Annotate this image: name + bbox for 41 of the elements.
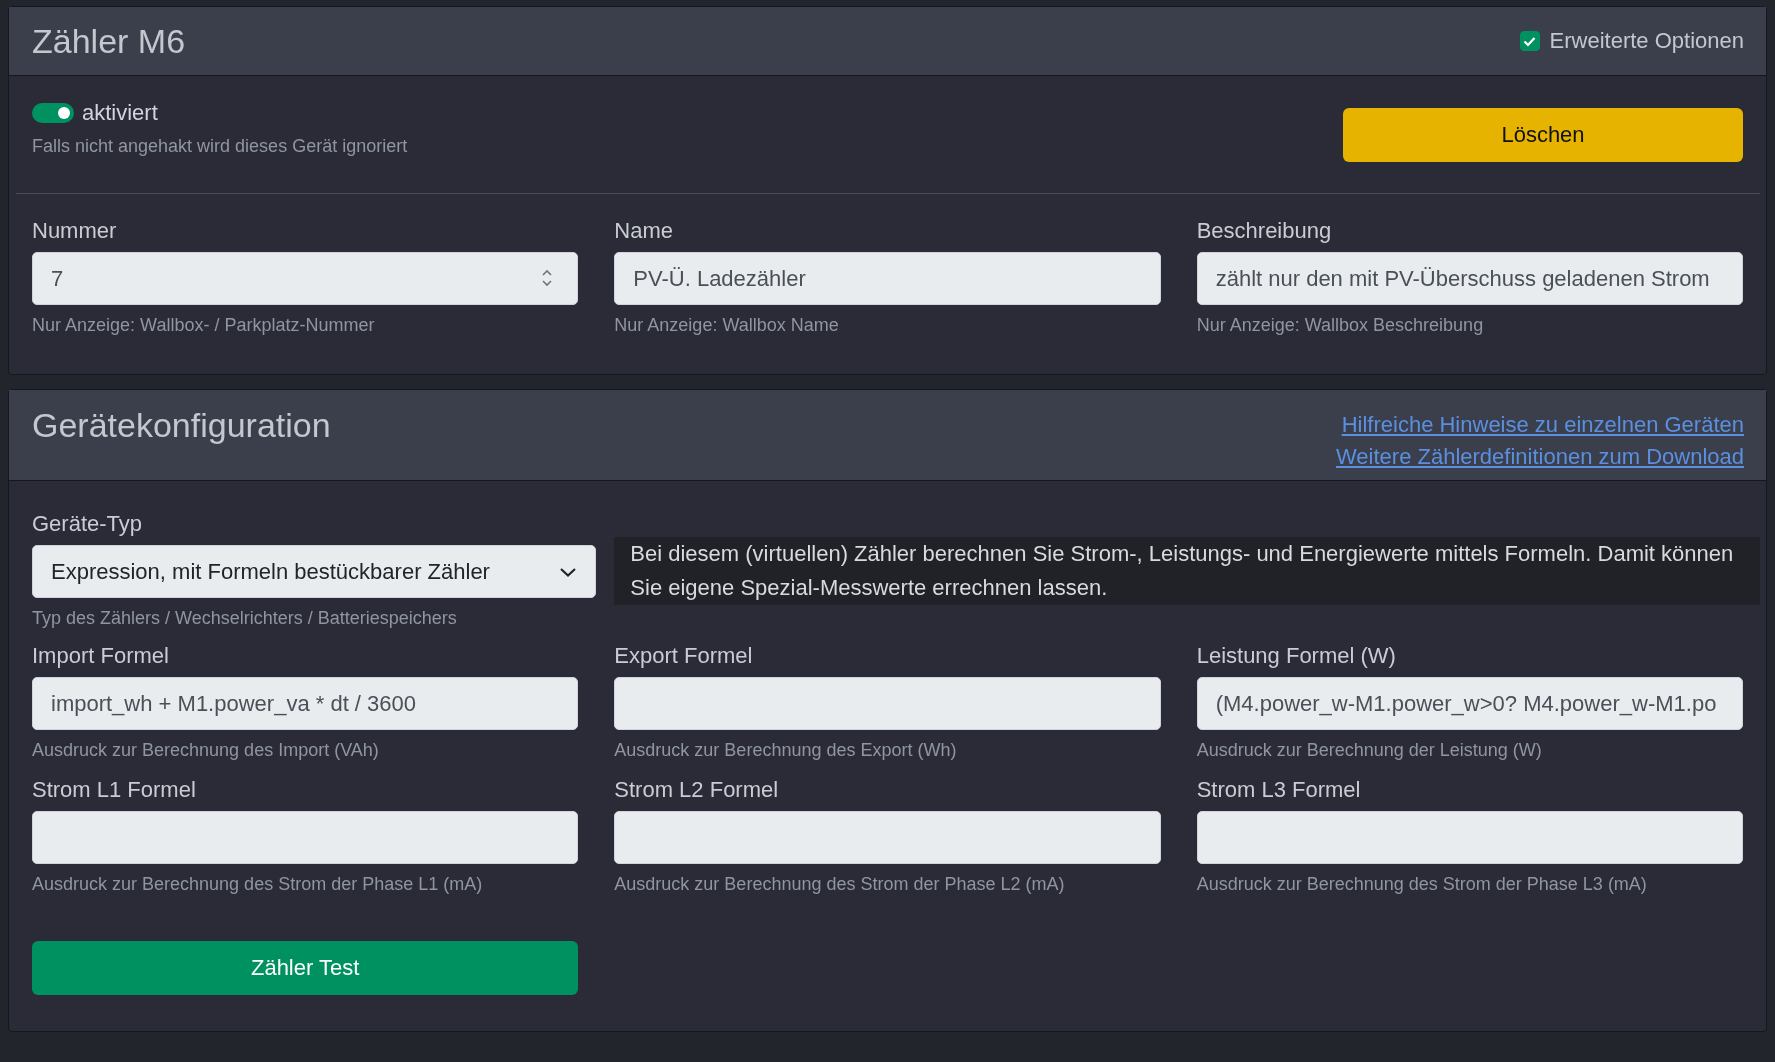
meter-test-button[interactable]: Zähler Test <box>32 941 579 995</box>
help-text: Nur Anzeige: Wallbox Name <box>614 315 840 336</box>
help-text: Ausdruck zur Berechnung des Strom der Phase L1 (mA) <box>32 874 484 895</box>
field-label: Import Formel <box>32 643 170 669</box>
card-title: Gerätekonfiguration <box>32 406 331 445</box>
text-field[interactable]: (M4.power_w-M1.power_w>0? M4.power_w-M1.po <box>1196 677 1743 730</box>
field-label: Beschreibung <box>1196 218 1333 244</box>
help-text: Ausdruck zur Berechnung des Export (Wh) <box>614 740 958 761</box>
help-text: Ausdruck zur Berechnung des Strom der Phase L3 (mA) <box>1196 874 1648 895</box>
number-field[interactable]: 7 <box>32 252 579 305</box>
field-label: Name <box>614 218 674 244</box>
help-text: Nur Anzeige: Wallbox Beschreibung <box>1196 315 1485 336</box>
help-text: Ausdruck zur Berechnung des Import (VAh) <box>32 740 380 761</box>
help-text: Ausdruck zur Berechnung der Leistung (W) <box>1196 740 1543 761</box>
chevron-down-icon <box>559 565 578 578</box>
field-label: Strom L3 Formel <box>1196 777 1362 803</box>
field-label: Strom L1 Formel <box>32 777 197 803</box>
toggle-label: aktiviert <box>82 100 158 126</box>
text-field[interactable]: zählt nur den mit PV-Überschuss geladenen Strom <box>1196 252 1743 305</box>
help-text: Typ des Zählers / Wechselrichters / Batteriespeichers <box>32 608 458 629</box>
info-text: Bei diesem (virtuellen) Zähler berechnen Sie Strom-, Leistungs- und Energiewerte mittels Formeln. Damit können Sie eigene Spezial-Messwerte errechnen lassen. <box>614 537 1760 605</box>
text-field[interactable] <box>614 677 1161 730</box>
device-type-dropdown[interactable]: Expression, mit Formeln bestückbarer Zähler <box>32 545 597 598</box>
field-label: Export Formel <box>614 643 754 669</box>
help-text: Ausdruck zur Berechnung des Strom der Phase L2 (mA) <box>614 874 1066 895</box>
field-label: Strom L2 Formel <box>614 777 780 803</box>
text-field[interactable]: PV-Ü. Ladezähler <box>614 252 1161 305</box>
text-field[interactable] <box>32 811 579 864</box>
help-text: Falls nicht angehakt wird dieses Gerät ignoriert <box>32 136 408 157</box>
help-text: Nur Anzeige: Wallbox- / Parkplatz-Nummer <box>32 315 376 336</box>
field-label: Geräte-Typ <box>32 511 144 537</box>
field-label: Leistung Formel (W) <box>1196 643 1397 669</box>
text-field[interactable]: import_wh + M1.power_va * dt / 3600 <box>32 677 579 730</box>
toggle-switch[interactable] <box>32 103 74 123</box>
checkbox-icon[interactable] <box>1519 31 1540 51</box>
card-title: Zähler M6 <box>32 21 186 61</box>
text-field[interactable] <box>614 811 1161 864</box>
delete-button[interactable]: Löschen <box>1343 108 1743 162</box>
text-field[interactable] <box>1196 811 1743 864</box>
field-label: Nummer <box>32 218 118 244</box>
advanced-options-checkbox[interactable]: Erweiterte Optionen <box>1519 28 1744 54</box>
